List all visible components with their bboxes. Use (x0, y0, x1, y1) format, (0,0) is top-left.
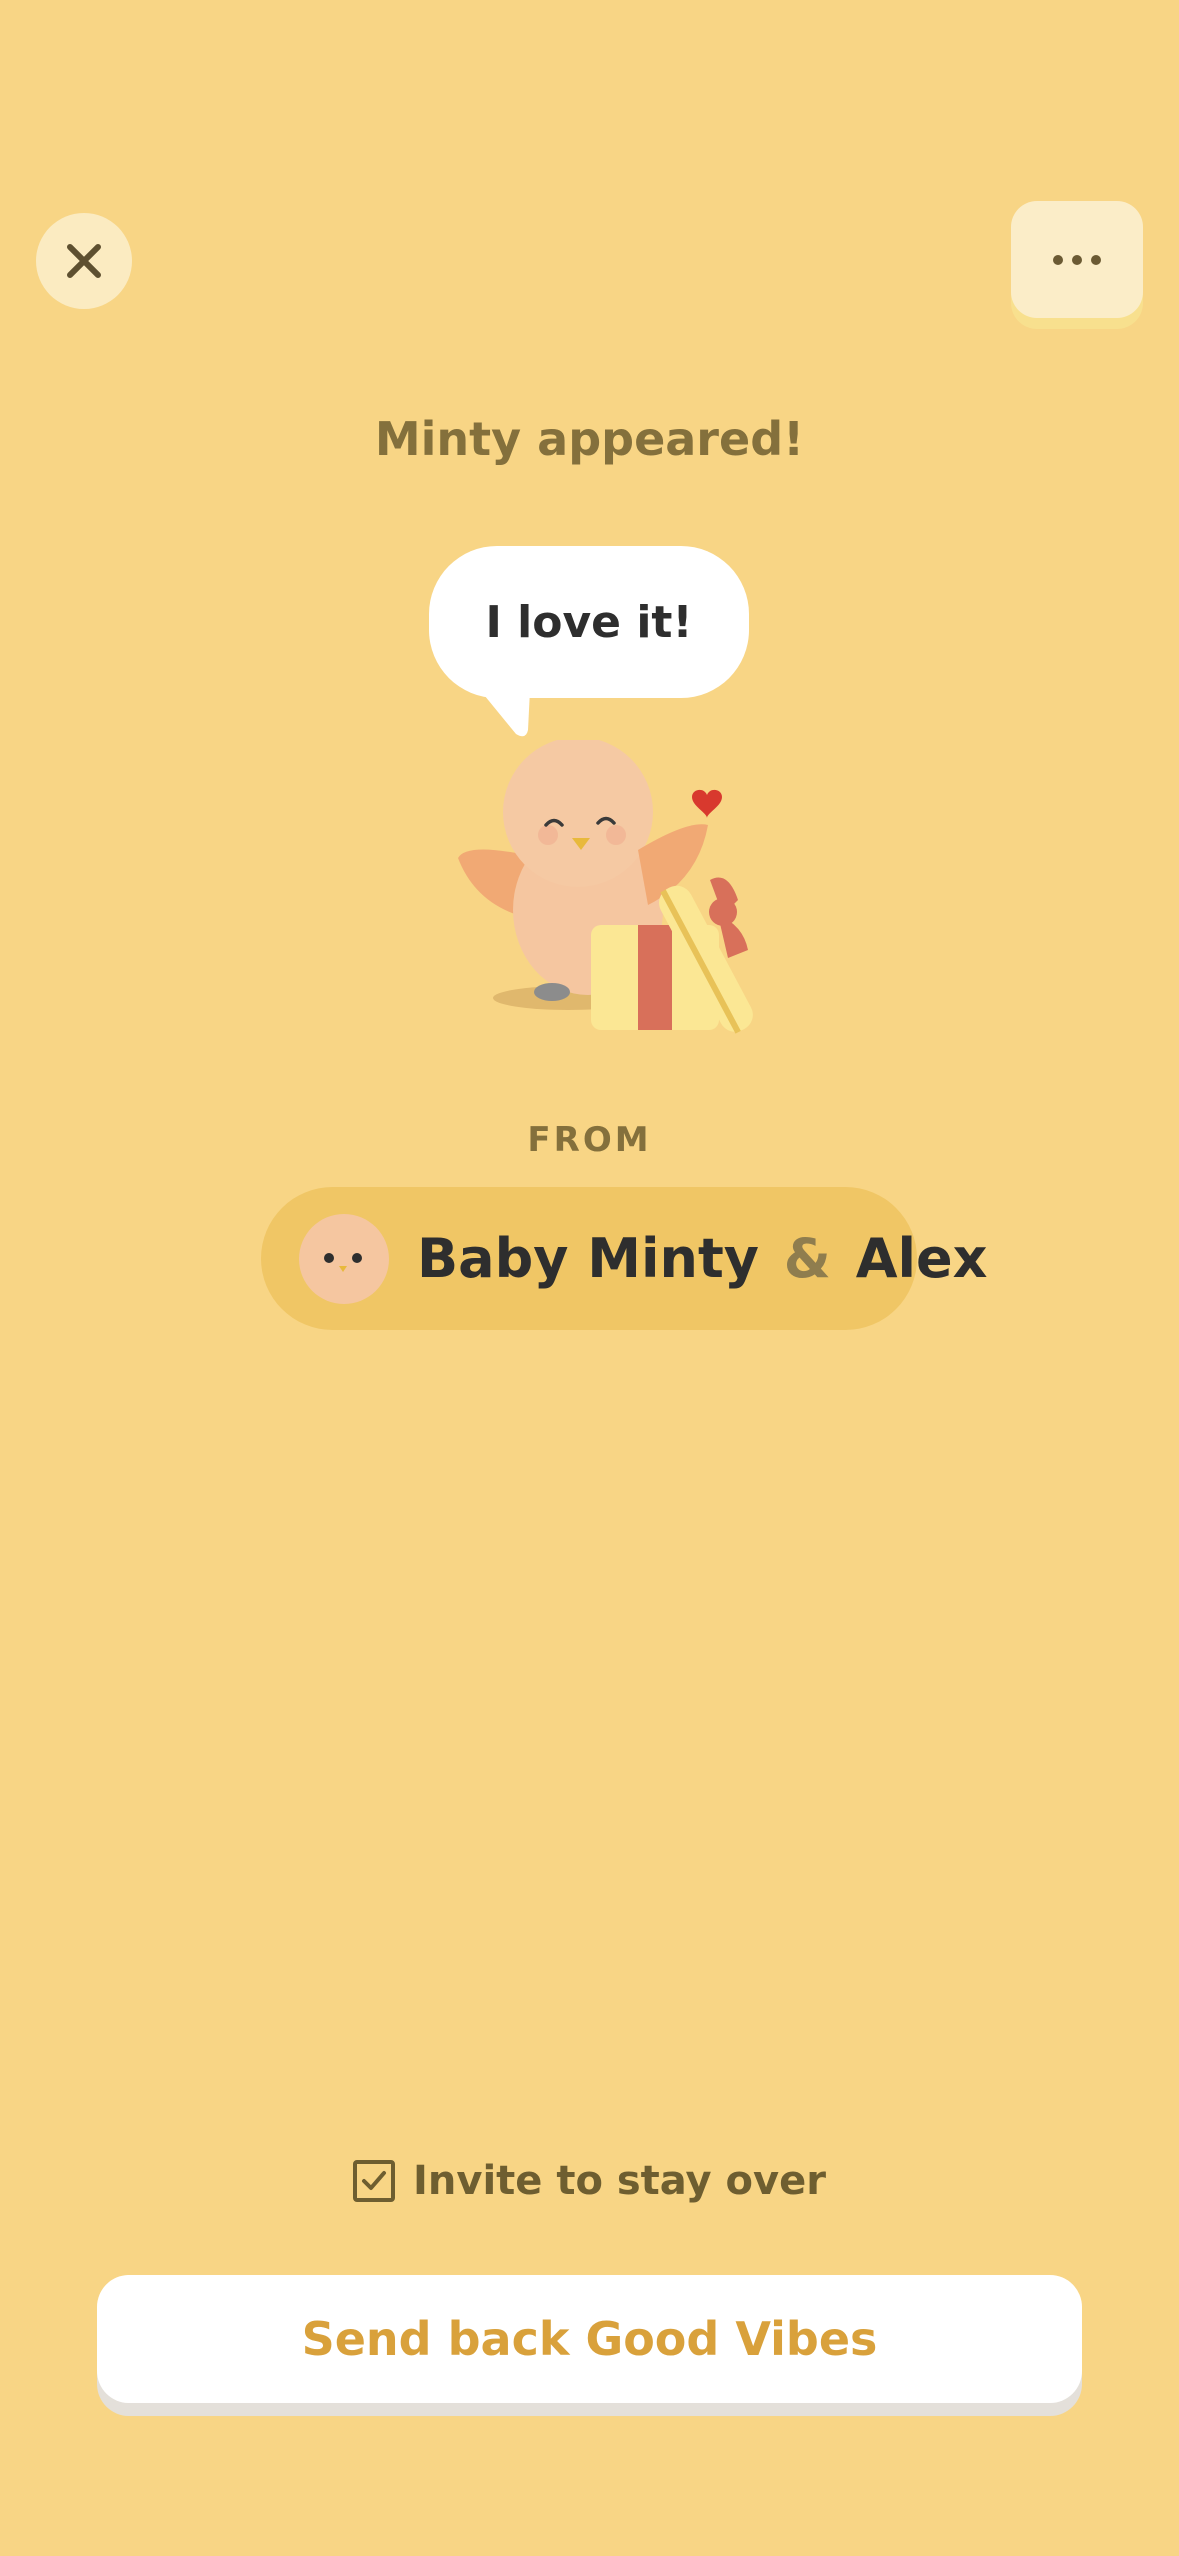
close-icon (67, 244, 101, 278)
sender-pill[interactable]: Baby Minty & Alex (261, 1187, 987, 1330)
sender-name-2: Alex (855, 1227, 988, 1290)
sender-names: Baby Minty & Alex (417, 1227, 987, 1290)
sender-name-1: Baby Minty (417, 1227, 759, 1290)
from-label: FROM (527, 1120, 652, 1160)
avatar (299, 1213, 389, 1304)
page-title: Minty appeared! (374, 412, 805, 466)
speech-bubble: I love it! (429, 546, 749, 698)
face-icon (324, 1252, 362, 1272)
invite-checkbox[interactable] (353, 2160, 396, 2202)
more-icon (1053, 254, 1101, 265)
speech-bubble-tail (480, 690, 530, 737)
invite-label: Invite to stay over (413, 2158, 826, 2204)
mascot-gift-illustration (458, 740, 753, 1034)
check-icon (362, 2171, 387, 2190)
send-good-vibes-button[interactable]: Send back Good Vibes (97, 2275, 1082, 2403)
invite-option[interactable]: Invite to stay over (0, 2158, 1179, 2204)
close-button[interactable] (36, 213, 132, 309)
sender-ampersand: & (783, 1227, 831, 1290)
more-options-button[interactable] (1011, 201, 1143, 318)
